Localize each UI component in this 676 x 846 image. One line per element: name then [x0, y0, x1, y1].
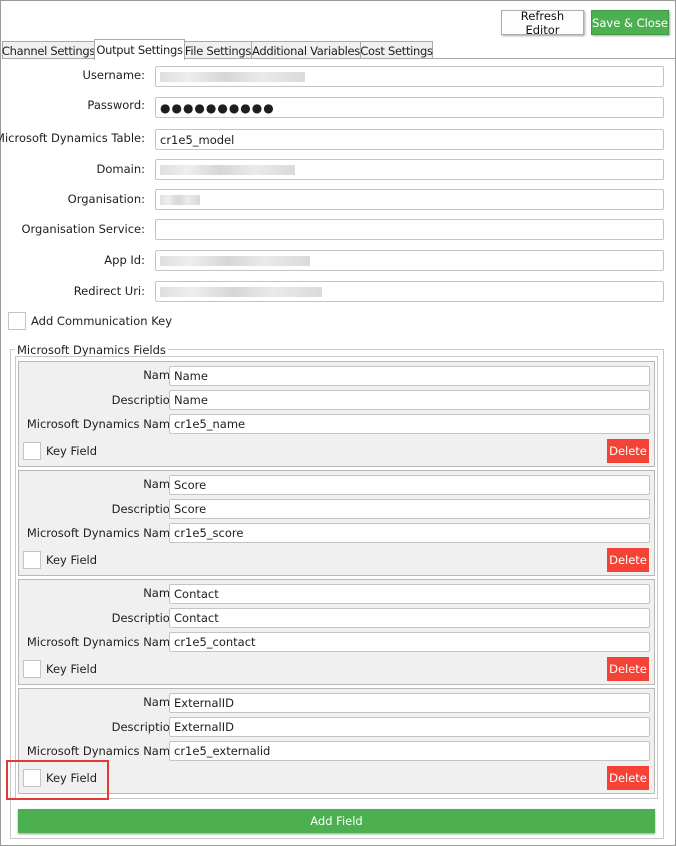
key-field-label: Key Field	[46, 553, 98, 567]
key-field-checkbox[interactable]	[23, 660, 41, 678]
key-field-checkbox[interactable]	[23, 442, 41, 460]
domain-field[interactable]	[155, 159, 664, 180]
field-dynamics-name-label: Microsoft Dynamics Name:	[26, 526, 181, 540]
field-name-input[interactable]: Score	[169, 475, 650, 495]
password-field[interactable]: ●●●●●●●●●●	[155, 97, 664, 118]
tab-channel-settings[interactable]: Channel Settings	[2, 41, 95, 59]
field-card: Name: Contact Description: Contact Micro…	[18, 579, 655, 685]
delete-field-button[interactable]: Delete	[607, 657, 649, 681]
field-dynamics-name-input[interactable]: cr1e5_contact	[169, 632, 650, 652]
domain-label: Domain:	[96, 162, 146, 176]
field-dynamics-name-label: Microsoft Dynamics Name:	[26, 417, 181, 431]
organisation-service-label: Organisation Service:	[21, 222, 145, 236]
delete-field-button[interactable]: Delete	[607, 548, 649, 572]
communication-key-checkbox[interactable]	[8, 312, 26, 330]
field-dynamics-name-label: Microsoft Dynamics Name:	[26, 635, 181, 649]
field-dynamics-name-input[interactable]: cr1e5_externalid	[169, 741, 650, 761]
field-name-input[interactable]: Contact	[169, 584, 650, 604]
field-name-input[interactable]: Name	[169, 366, 650, 386]
add-field-button[interactable]: Add Field	[18, 809, 655, 833]
username-field[interactable]	[155, 66, 664, 87]
app-id-label: App Id:	[104, 253, 145, 267]
tab-file-settings[interactable]: File Settings	[184, 41, 252, 59]
field-description-input[interactable]: Score	[169, 499, 650, 519]
field-name-input[interactable]: ExternalID	[169, 693, 650, 713]
editor-window: Refresh Editor Save & Close Channel Sett…	[0, 0, 676, 846]
organisation-service-field[interactable]	[155, 219, 664, 240]
redirect-uri-field[interactable]	[155, 281, 664, 302]
dynamics-table-label: Microsoft Dynamics Table:	[0, 131, 145, 145]
organisation-label: Organisation:	[67, 192, 145, 206]
field-card: Name: ExternalID Description: ExternalID…	[18, 688, 655, 794]
field-dynamics-name-input[interactable]: cr1e5_name	[169, 414, 650, 434]
tab-output-settings[interactable]: Output Settings	[94, 39, 185, 60]
key-field-checkbox[interactable]	[23, 769, 41, 787]
key-field-label: Key Field	[46, 444, 98, 458]
organisation-field[interactable]	[155, 189, 664, 210]
key-field-label: Key Field	[46, 662, 98, 676]
field-dynamics-name-input[interactable]: cr1e5_score	[169, 523, 650, 543]
field-card: Name: Name Description: Name Microsoft D…	[18, 361, 655, 467]
dynamics-fields-title: Microsoft Dynamics Fields	[15, 343, 168, 357]
save-and-close-button[interactable]: Save & Close	[591, 10, 669, 35]
delete-field-button[interactable]: Delete	[607, 766, 649, 790]
app-id-field[interactable]	[155, 250, 664, 271]
password-label: Password:	[87, 98, 145, 112]
field-card: Name: Score Description: Score Microsoft…	[18, 470, 655, 576]
field-description-input[interactable]: ExternalID	[169, 717, 650, 737]
communication-key-label: Add Communication Key	[31, 314, 173, 328]
key-field-checkbox[interactable]	[23, 551, 41, 569]
tab-cost-settings[interactable]: Cost Settings	[360, 41, 433, 59]
field-dynamics-name-label: Microsoft Dynamics Name:	[26, 744, 181, 758]
tab-additional-variables[interactable]: Additional Variables	[251, 41, 361, 59]
field-description-input[interactable]: Name	[169, 390, 650, 410]
username-label: Username:	[82, 68, 146, 82]
delete-field-button[interactable]: Delete	[607, 439, 649, 463]
field-description-input[interactable]: Contact	[169, 608, 650, 628]
redirect-uri-label: Redirect Uri:	[73, 284, 145, 298]
key-field-label: Key Field	[46, 771, 98, 785]
dynamics-table-field[interactable]: cr1e5_model	[155, 129, 664, 150]
refresh-editor-button[interactable]: Refresh Editor	[501, 9, 584, 37]
